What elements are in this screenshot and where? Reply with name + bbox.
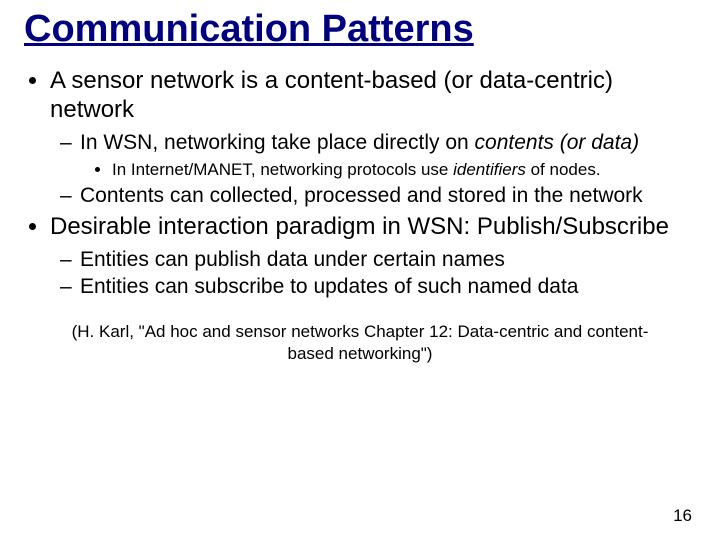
page-number: 16 <box>673 506 692 526</box>
bullet-2-sublist: Entities can publish data under certain … <box>50 247 696 299</box>
bullet-1b: Contents can collected, processed and st… <box>80 183 696 208</box>
bullet-1a-em: contents (or data) <box>475 131 640 154</box>
slide: Communication Patterns A sensor network … <box>0 0 720 540</box>
bullet-2a-text: Entities can publish data under certain … <box>80 248 505 271</box>
bullet-1-sublist: In WSN, networking take place directly o… <box>50 130 696 208</box>
bullet-list: A sensor network is a content-based (or … <box>24 66 696 300</box>
bullet-2-text: Desirable interaction paradigm in WSN: P… <box>50 213 669 240</box>
bullet-1a-i: In Internet/MANET, networking protocols … <box>112 159 696 180</box>
bullet-1a-sublist: In Internet/MANET, networking protocols … <box>80 159 696 180</box>
bullet-1a-i-post: of nodes. <box>526 160 601 179</box>
bullet-2: Desirable interaction paradigm in WSN: P… <box>50 212 696 300</box>
citation: (H. Karl, "Ad hoc and sensor networks Ch… <box>64 321 656 364</box>
bullet-1a-pre: In WSN, networking take place directly o… <box>80 131 475 154</box>
bullet-2a: Entities can publish data under certain … <box>80 247 696 272</box>
bullet-1a-i-em: identifiers <box>453 160 526 179</box>
bullet-2b: Entities can subscribe to updates of suc… <box>80 274 696 299</box>
bullet-1b-text: Contents can collected, processed and st… <box>80 184 643 207</box>
bullet-1a-i-pre: In Internet/MANET, networking protocols … <box>112 160 453 179</box>
bullet-1a: In WSN, networking take place directly o… <box>80 130 696 180</box>
bullet-1: A sensor network is a content-based (or … <box>50 66 696 208</box>
bullet-2b-text: Entities can subscribe to updates of suc… <box>80 275 578 298</box>
slide-title: Communication Patterns <box>24 8 696 52</box>
bullet-1-text: A sensor network is a content-based (or … <box>50 67 613 123</box>
